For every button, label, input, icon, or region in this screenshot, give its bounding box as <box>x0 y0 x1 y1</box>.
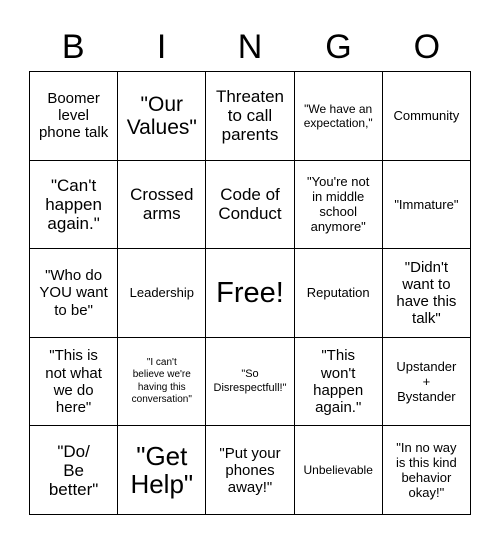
bingo-cell[interactable]: "Immature" <box>382 160 471 250</box>
bingo-cell[interactable]: "Do/ Be better" <box>30 426 119 515</box>
bingo-header-letter-g: G <box>325 27 352 66</box>
bingo-cell[interactable]: Leadership <box>118 249 207 338</box>
bingo-cell[interactable]: "So Disrespectfull!" <box>206 337 295 427</box>
bingo-cell-label: "Our Values" <box>126 92 197 139</box>
bingo-cell-label: Boomer level phone talk <box>38 90 109 142</box>
bingo-cell[interactable]: "You're not in middle school anymore" <box>294 160 383 250</box>
bingo-cell-label: "So Disrespectfull!" <box>213 368 287 394</box>
bingo-header-letter-i: I <box>156 27 167 66</box>
bingo-cell-label: "Put your phones away!" <box>219 444 281 496</box>
bingo-header-letter-n: N <box>237 27 263 66</box>
bingo-cell-label: Threaten to call parents <box>215 87 285 145</box>
bingo-cell[interactable]: "I can't believe we're having this conve… <box>118 337 207 427</box>
bingo-cell-label: Free! <box>216 276 284 309</box>
bingo-cell-label: "This won't happen again." <box>313 347 364 416</box>
bingo-cell-label: Code of Conduct <box>218 185 282 224</box>
bingo-cell-label: "You're not in middle school anymore" <box>307 174 370 235</box>
bingo-cell[interactable]: "We have an expectation," <box>294 72 383 161</box>
bingo-card: B I N G O Boomer level phone talk "Our Va… <box>0 0 500 544</box>
bingo-header-letter-o: O <box>413 27 441 66</box>
bingo-cell[interactable]: "Didn't want to have this talk" <box>382 249 471 338</box>
bingo-header-row: B I N G O <box>29 22 471 71</box>
bingo-cell-label: "Immature" <box>394 196 459 212</box>
bingo-cell-label: "This is not what we do here" <box>45 347 102 416</box>
bingo-cell[interactable]: Code of Conduct <box>206 160 295 250</box>
bingo-cell-label: Upstander + Bystander <box>396 358 457 405</box>
bingo-cell[interactable]: "Get Help" <box>118 426 207 515</box>
bingo-cell-free-space[interactable]: Free! <box>206 249 295 338</box>
bingo-cell[interactable]: "Put your phones away!" <box>206 426 295 515</box>
bingo-cell-label: "We have an expectation," <box>303 101 373 130</box>
bingo-cell-label: "Get Help" <box>130 441 194 500</box>
bingo-cell[interactable]: Boomer level phone talk <box>30 72 119 161</box>
bingo-cell[interactable]: "This is not what we do here" <box>30 337 119 427</box>
bingo-header-letter-b: B <box>61 27 85 66</box>
bingo-cell[interactable]: Community <box>382 72 471 161</box>
bingo-cell[interactable]: "Can't happen again." <box>30 160 119 250</box>
bingo-cell[interactable]: "This won't happen again." <box>294 337 383 427</box>
bingo-cell[interactable]: Reputation <box>294 249 383 338</box>
bingo-cell-label: "Do/ Be better" <box>48 441 99 499</box>
bingo-cell[interactable]: "Who do YOU want to be" <box>30 249 119 338</box>
bingo-cell-label: Crossed arms <box>130 185 194 224</box>
bingo-cell-label: "I can't believe we're having this conve… <box>131 357 192 405</box>
bingo-grid: Boomer level phone talk "Our Values" Threa… <box>29 71 471 515</box>
bingo-cell[interactable]: Unbelievable <box>294 426 383 515</box>
bingo-cell-label: "Didn't want to have this talk" <box>396 258 457 328</box>
bingo-cell-label: "Can't happen again." <box>45 175 102 233</box>
bingo-cell-label: Unbelievable <box>303 463 373 478</box>
bingo-cell[interactable]: "In no way is this kind behavior okay!" <box>382 426 471 515</box>
bingo-cell-label: "Who do YOU want to be" <box>39 267 108 319</box>
bingo-cell[interactable]: "Our Values" <box>118 72 207 161</box>
bingo-cell[interactable]: Upstander + Bystander <box>382 337 471 427</box>
bingo-cell[interactable]: Threaten to call parents <box>206 72 295 161</box>
bingo-cell-label: Leadership <box>129 285 194 301</box>
bingo-cell-label: "In no way is this kind behavior okay!" <box>396 440 457 501</box>
bingo-cell[interactable]: Crossed arms <box>118 160 207 250</box>
bingo-cell-label: Community <box>393 108 460 124</box>
bingo-cell-label: Reputation <box>306 285 370 301</box>
